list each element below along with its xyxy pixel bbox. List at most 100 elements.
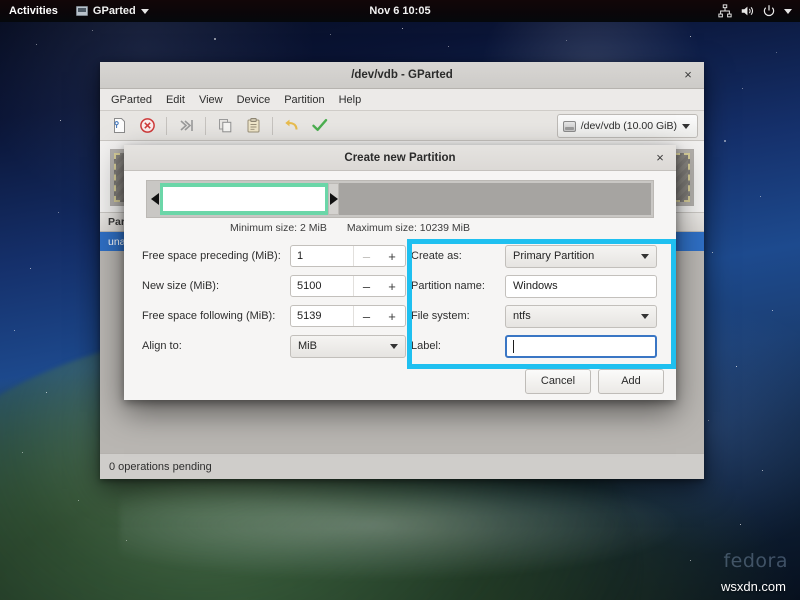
star <box>690 36 691 37</box>
star <box>760 196 761 197</box>
paste-button[interactable] <box>240 114 266 138</box>
gparted-menubar: GParted Edit View Device Partition Help <box>100 89 704 111</box>
activities-button[interactable]: Activities <box>0 5 68 17</box>
star <box>762 470 763 471</box>
form-left-column: Free space preceding (MiB): 1 – + New si… <box>134 241 411 361</box>
new-partition-button[interactable] <box>106 114 132 138</box>
undo-button[interactable] <box>279 114 305 138</box>
new-size-increment[interactable]: + <box>379 276 405 296</box>
size-graphic-wrapper: Minimum size: 2 MiB Maximum size: 10239 … <box>124 171 676 234</box>
field-new-size: New size (MiB): 5100 – + <box>142 271 411 301</box>
label-align-to: Align to: <box>142 340 290 352</box>
label-label: Label: <box>411 340 505 352</box>
gparted-window-title: /dev/vdb - GParted <box>351 69 453 81</box>
star <box>22 452 23 453</box>
paste-icon <box>245 117 262 134</box>
star <box>14 330 15 331</box>
power-icon[interactable] <box>762 4 776 18</box>
star <box>78 500 79 501</box>
menu-view[interactable]: View <box>192 92 230 108</box>
star <box>776 52 777 53</box>
new-partition-icon <box>111 117 128 134</box>
field-free-space-preceding: Free space preceding (MiB): 1 – + <box>142 241 411 271</box>
add-button[interactable]: Add <box>598 369 664 394</box>
star <box>740 524 741 525</box>
new-size-value[interactable]: 5100 <box>291 280 353 292</box>
label-new-size: New size (MiB): <box>142 280 290 292</box>
delete-partition-icon <box>139 117 156 134</box>
delete-partition-button[interactable] <box>134 114 160 138</box>
new-size-decrement[interactable]: – <box>353 276 379 296</box>
partition-name-input[interactable]: Windows <box>505 275 657 298</box>
free-space-preceding-spinner[interactable]: 1 – + <box>290 245 406 267</box>
free-space-preceding-value[interactable]: 1 <box>291 250 353 262</box>
network-icon[interactable] <box>718 4 732 18</box>
system-tray[interactable] <box>718 4 800 18</box>
star <box>712 252 713 253</box>
partition-name-value: Windows <box>513 280 558 292</box>
free-space-following-increment[interactable]: + <box>379 306 405 326</box>
star <box>214 38 216 40</box>
star <box>60 120 61 121</box>
device-selector[interactable]: /dev/vdb (10.00 GiB) <box>557 114 698 138</box>
menu-edit[interactable]: Edit <box>159 92 192 108</box>
triangle-left-icon <box>151 193 159 205</box>
file-system-select[interactable]: ntfs <box>505 305 657 328</box>
chevron-down-icon[interactable] <box>784 9 792 14</box>
star <box>448 46 449 47</box>
app-menu-button[interactable]: GParted <box>68 5 157 17</box>
device-selector-value: /dev/vdb (10.00 GiB) <box>581 120 677 132</box>
resize-right-handle[interactable] <box>328 183 339 215</box>
close-icon[interactable]: × <box>680 67 696 83</box>
menu-partition[interactable]: Partition <box>277 92 331 108</box>
free-space-following-spinner[interactable]: 5139 – + <box>290 305 406 327</box>
resize-move-button[interactable] <box>173 114 199 138</box>
toolbar-separator <box>166 117 167 135</box>
label-file-system: File system: <box>411 310 505 322</box>
new-partition-block[interactable] <box>160 183 328 215</box>
partition-size-graphic[interactable] <box>146 180 654 218</box>
label-create-as: Create as: <box>411 250 505 262</box>
field-create-as: Create as: Primary Partition <box>411 241 666 271</box>
close-icon[interactable]: × <box>652 150 668 166</box>
fedora-watermark: fedora <box>723 550 788 572</box>
resize-left-handle[interactable] <box>149 183 160 215</box>
apply-button[interactable] <box>307 114 333 138</box>
label-free-space-following: Free space following (MiB): <box>142 310 290 322</box>
create-as-select[interactable]: Primary Partition <box>505 245 657 268</box>
copy-icon <box>217 117 234 134</box>
free-space-following-value[interactable]: 5139 <box>291 310 353 322</box>
free-space-preceding-increment[interactable]: + <box>379 246 405 266</box>
field-align-to: Align to: MiB <box>142 331 411 361</box>
chevron-down-icon <box>390 344 398 349</box>
label-partition-name: Partition name: <box>411 280 505 292</box>
star <box>566 40 567 41</box>
free-space-preceding-decrement[interactable]: – <box>353 246 379 266</box>
gparted-app-icon <box>76 6 88 16</box>
cancel-button[interactable]: Cancel <box>525 369 591 394</box>
unallocated-block[interactable] <box>339 183 651 215</box>
menu-device[interactable]: Device <box>230 92 278 108</box>
gparted-toolbar: /dev/vdb (10.00 GiB) <box>100 111 704 141</box>
copy-button[interactable] <box>212 114 238 138</box>
align-to-value: MiB <box>298 340 390 352</box>
label-input[interactable] <box>505 335 657 358</box>
align-to-select[interactable]: MiB <box>290 335 406 358</box>
chevron-down-icon <box>641 314 649 319</box>
minimum-size-label: Minimum size: 2 MiB <box>230 222 327 234</box>
star <box>742 88 743 89</box>
toolbar-separator <box>205 117 206 135</box>
new-size-spinner[interactable]: 5100 – + <box>290 275 406 297</box>
new-partition-block-fill <box>163 187 325 211</box>
free-space-following-decrement[interactable]: – <box>353 306 379 326</box>
create-as-value: Primary Partition <box>513 250 641 262</box>
menu-help[interactable]: Help <box>332 92 369 108</box>
volume-icon[interactable] <box>740 4 754 18</box>
menu-gparted[interactable]: GParted <box>104 92 159 108</box>
disk-icon <box>563 121 576 132</box>
status-bar: 0 operations pending <box>100 453 704 479</box>
resize-move-icon <box>178 117 195 134</box>
site-watermark: wsxdn.com <box>721 579 786 594</box>
star <box>772 310 773 311</box>
form-right-column: Create as: Primary Partition Partition n… <box>411 241 666 361</box>
